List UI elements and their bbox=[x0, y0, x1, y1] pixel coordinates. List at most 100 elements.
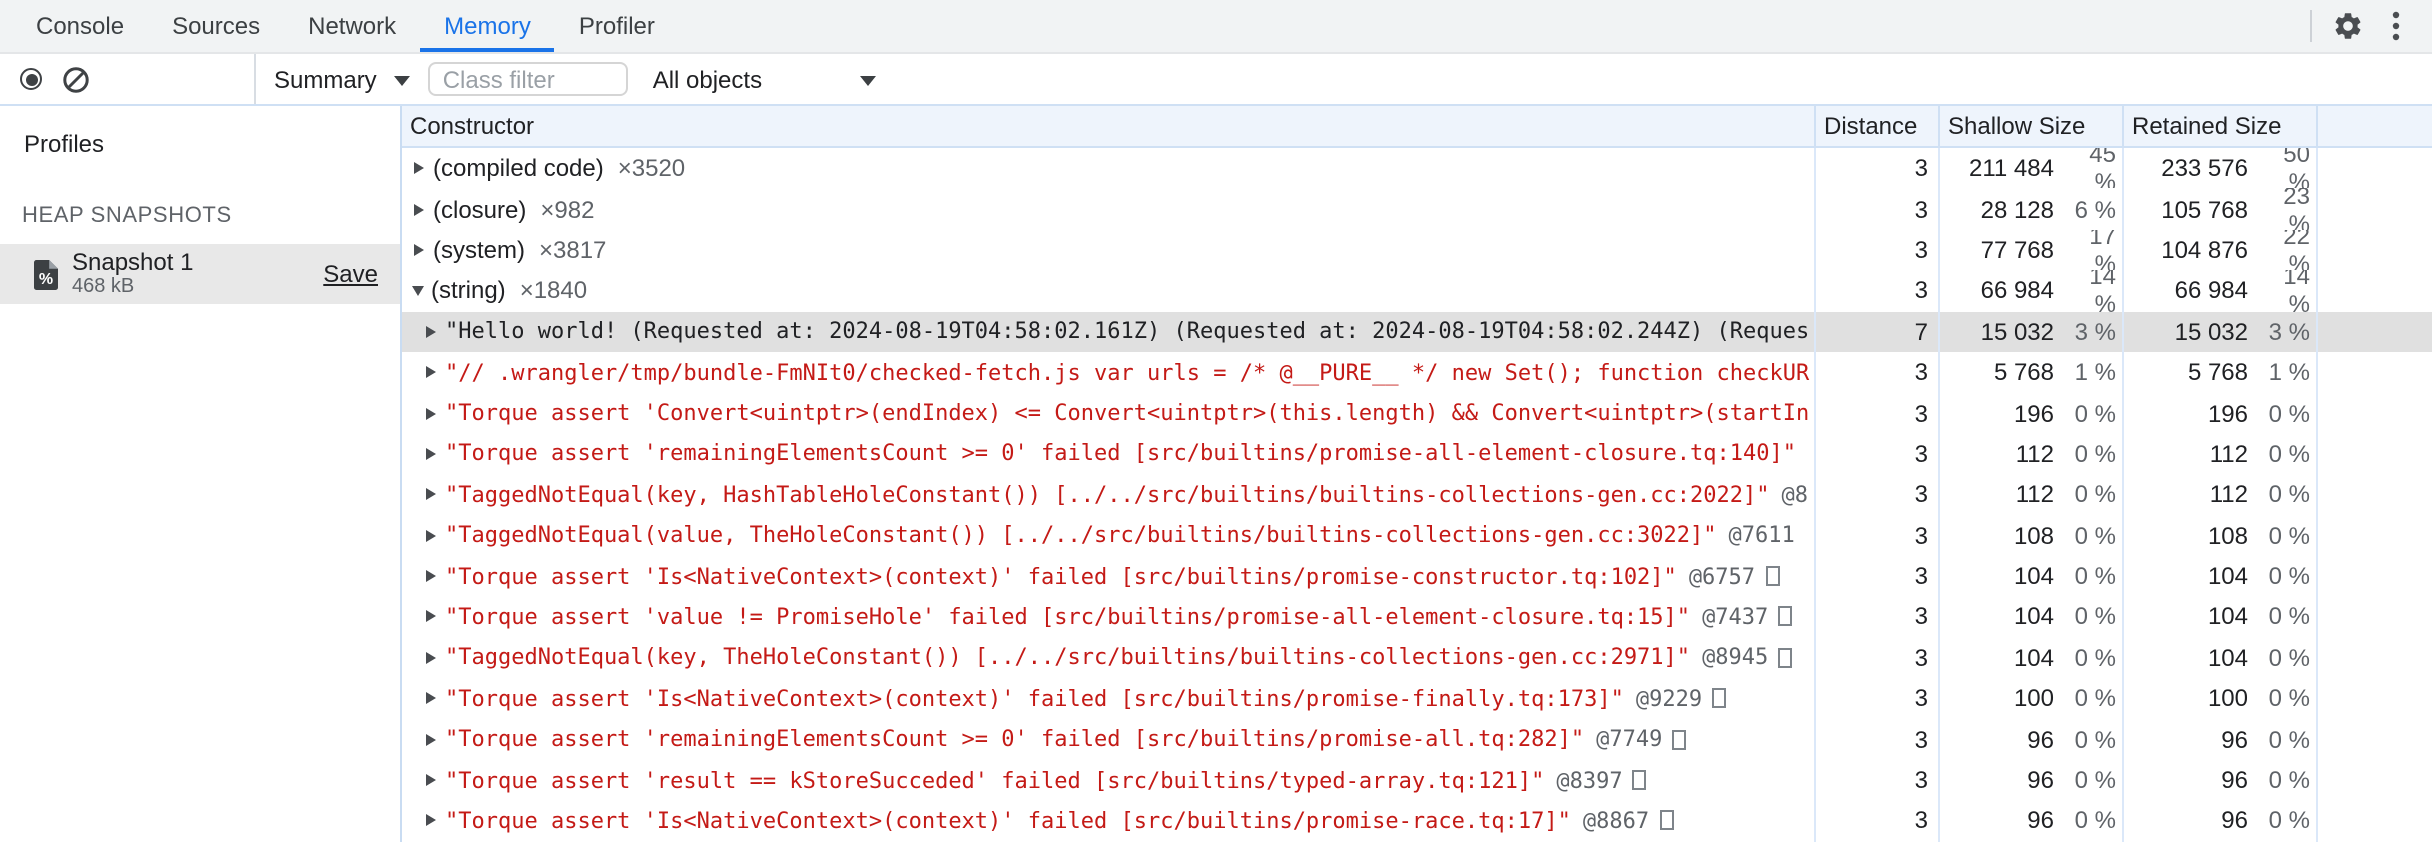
size-value: 96 bbox=[2027, 725, 2054, 754]
constructor-label: "TaggedNotEqual(key, TheHoleConstant()) … bbox=[445, 644, 1691, 671]
expand-arrow-icon[interactable] bbox=[425, 488, 435, 501]
collapse-arrow-icon[interactable] bbox=[411, 285, 423, 296]
expand-arrow-icon[interactable] bbox=[425, 774, 435, 787]
objects-filter-select[interactable]: All objects bbox=[653, 65, 877, 93]
retained-size-cell: 5 768 1 % bbox=[2124, 351, 2318, 393]
table-row[interactable]: "Torque assert 'Is<NativeContext>(contex… bbox=[402, 800, 2432, 842]
tab-console[interactable]: Console bbox=[12, 0, 148, 52]
devtools-tab-bar: Console Sources Network Memory Profiler bbox=[0, 0, 2432, 54]
perspective-select[interactable]: Summary bbox=[274, 65, 411, 93]
table-row[interactable]: (closure) ×982 3 28 128 6 % 105 768 23 % bbox=[402, 188, 2432, 230]
tab-profiler[interactable]: Profiler bbox=[555, 0, 679, 52]
expand-arrow-icon[interactable] bbox=[425, 570, 435, 583]
expand-arrow-icon[interactable] bbox=[413, 162, 423, 175]
table-row[interactable]: "TaggedNotEqual(value, TheHoleConstant()… bbox=[402, 515, 2432, 556]
constructor-cell: "// .wrangler/tmp/bundle-FmNIt0/checked-… bbox=[402, 351, 1816, 393]
profiles-title: Profiles bbox=[24, 130, 105, 158]
table-row[interactable]: (string) ×1840 3 66 984 14 % 66 984 14 % bbox=[402, 270, 2432, 312]
size-percent: 0 % bbox=[2074, 521, 2116, 550]
shallow-size-cell: 104 0 % bbox=[1940, 637, 2124, 679]
constructor-cell: "Torque assert 'result == kStoreSucceded… bbox=[402, 759, 1816, 801]
constructor-cell: "Torque assert 'remainingElementsCount >… bbox=[402, 718, 1816, 760]
expand-arrow-icon[interactable] bbox=[425, 651, 435, 664]
retained-size-cell: 112 0 % bbox=[2124, 433, 2318, 475]
size-value: 112 bbox=[2209, 439, 2248, 468]
heap-snapshot-view: Constructor Distance Shallow Size Retain… bbox=[402, 106, 2432, 842]
tab-network[interactable]: Network bbox=[284, 0, 420, 52]
more-vertical-icon[interactable] bbox=[2372, 0, 2420, 52]
size-percent: 14 % bbox=[2089, 270, 2116, 312]
expand-arrow-icon[interactable] bbox=[413, 243, 423, 256]
table-row[interactable]: (system) ×3817 3 77 768 17 % 104 876 22 % bbox=[402, 229, 2432, 271]
table-row[interactable]: (compiled code) ×3520 3 211 484 45 % 233 576 5… bbox=[402, 148, 2432, 189]
table-row[interactable]: "Torque assert 'remainingElementsCount >… bbox=[402, 718, 2432, 760]
size-percent: 0 % bbox=[2268, 480, 2310, 509]
expand-arrow-icon[interactable] bbox=[425, 814, 435, 827]
table-row[interactable]: "Torque assert 'Is<NativeContext>(contex… bbox=[402, 678, 2432, 719]
constructor-label: "TaggedNotEqual(key, HashTableHoleConsta… bbox=[445, 481, 1770, 508]
table-row[interactable]: "TaggedNotEqual(key, HashTableHoleConsta… bbox=[402, 474, 2432, 516]
record-heap-snapshot-icon[interactable] bbox=[20, 68, 42, 90]
clear-profiles-icon[interactable] bbox=[62, 65, 90, 93]
size-percent: 0 % bbox=[2074, 643, 2116, 672]
sidebar-item-snapshot-1[interactable]: % Snapshot 1 468 kB Save bbox=[0, 244, 400, 304]
row-gutter bbox=[2318, 637, 2432, 678]
box-glyph-icon bbox=[1712, 688, 1727, 709]
constructor-label: "Torque assert 'remainingElementsCount >… bbox=[445, 440, 1797, 467]
size-value: 96 bbox=[2221, 766, 2248, 795]
column-header-distance[interactable]: Distance bbox=[1816, 106, 1940, 146]
constructor-cell: (closure) ×982 bbox=[402, 188, 1816, 230]
column-header-constructor[interactable]: Constructor bbox=[402, 106, 1816, 146]
column-header-shallow-size[interactable]: Shallow Size bbox=[1940, 106, 2124, 146]
table-row[interactable]: "Torque assert 'Convert<uintptr>(endInde… bbox=[402, 392, 2432, 434]
table-row[interactable]: "Torque assert 'value != PromiseHole' fa… bbox=[402, 596, 2432, 638]
snapshot-info: Snapshot 1 468 kB bbox=[72, 248, 309, 298]
distance-cell: 3 bbox=[1816, 188, 1940, 230]
settings-gear-icon[interactable] bbox=[2324, 0, 2372, 52]
size-value: 100 bbox=[2207, 684, 2248, 713]
distance-cell: 3 bbox=[1816, 800, 1940, 842]
retained-size-cell: 104 0 % bbox=[2124, 555, 2318, 597]
size-value: 96 bbox=[2027, 766, 2054, 795]
table-row[interactable]: "// .wrangler/tmp/bundle-FmNIt0/checked-… bbox=[402, 351, 2432, 393]
expand-arrow-icon[interactable] bbox=[425, 733, 435, 746]
shallow-size-cell: 96 0 % bbox=[1940, 800, 2124, 842]
retained-size-cell: 196 0 % bbox=[2124, 392, 2318, 434]
table-row[interactable]: "Torque assert 'Is<NativeContext>(contex… bbox=[402, 555, 2432, 597]
column-header-retained-size[interactable]: Retained Size bbox=[2124, 106, 2318, 146]
object-id: @8 bbox=[1781, 481, 1809, 508]
table-row[interactable]: "TaggedNotEqual(key, TheHoleConstant()) … bbox=[402, 637, 2432, 679]
size-percent: 0 % bbox=[2074, 399, 2116, 428]
table-row[interactable]: "Torque assert 'remainingElementsCount >… bbox=[402, 433, 2432, 475]
row-gutter bbox=[2318, 433, 2432, 474]
class-filter-input[interactable] bbox=[428, 62, 629, 96]
size-percent: 45 % bbox=[2089, 148, 2116, 189]
tab-sources[interactable]: Sources bbox=[148, 0, 284, 52]
constructor-label: "Torque assert 'result == kStoreSucceded… bbox=[445, 767, 1545, 794]
expand-arrow-icon[interactable] bbox=[425, 447, 435, 460]
constructor-label: "TaggedNotEqual(value, TheHoleConstant()… bbox=[445, 522, 1717, 549]
expand-arrow-icon[interactable] bbox=[413, 203, 423, 216]
table-row[interactable]: "Hello world! (Requested at: 2024-08-19T… bbox=[402, 311, 2432, 352]
main-area: Profiles HEAP SNAPSHOTS % Snapshot 1 468… bbox=[0, 106, 2432, 842]
shallow-size-cell: 28 128 6 % bbox=[1940, 188, 2124, 230]
size-value: 108 bbox=[2013, 521, 2054, 550]
tab-memory[interactable]: Memory bbox=[420, 0, 556, 52]
size-percent: 1 % bbox=[2074, 358, 2116, 387]
profile-actions bbox=[0, 54, 256, 104]
object-id: @8945 bbox=[1702, 644, 1769, 671]
constructor-label: "Torque assert 'Is<NativeContext>(contex… bbox=[445, 563, 1677, 590]
expand-arrow-icon[interactable] bbox=[425, 529, 435, 542]
instance-count: ×982 bbox=[540, 195, 595, 224]
expand-arrow-icon[interactable] bbox=[425, 407, 435, 420]
tab-profiler-label: Profiler bbox=[578, 12, 655, 40]
expand-arrow-icon[interactable] bbox=[425, 366, 435, 379]
expand-arrow-icon[interactable] bbox=[425, 610, 435, 623]
save-snapshot-link[interactable]: Save bbox=[323, 260, 378, 288]
expand-arrow-icon[interactable] bbox=[425, 325, 435, 338]
expand-arrow-icon[interactable] bbox=[425, 692, 435, 705]
size-percent: 0 % bbox=[2268, 399, 2310, 428]
distance-cell: 3 bbox=[1816, 474, 1940, 516]
distance-cell: 3 bbox=[1816, 148, 1940, 189]
table-row[interactable]: "Torque assert 'result == kStoreSucceded… bbox=[402, 759, 2432, 801]
